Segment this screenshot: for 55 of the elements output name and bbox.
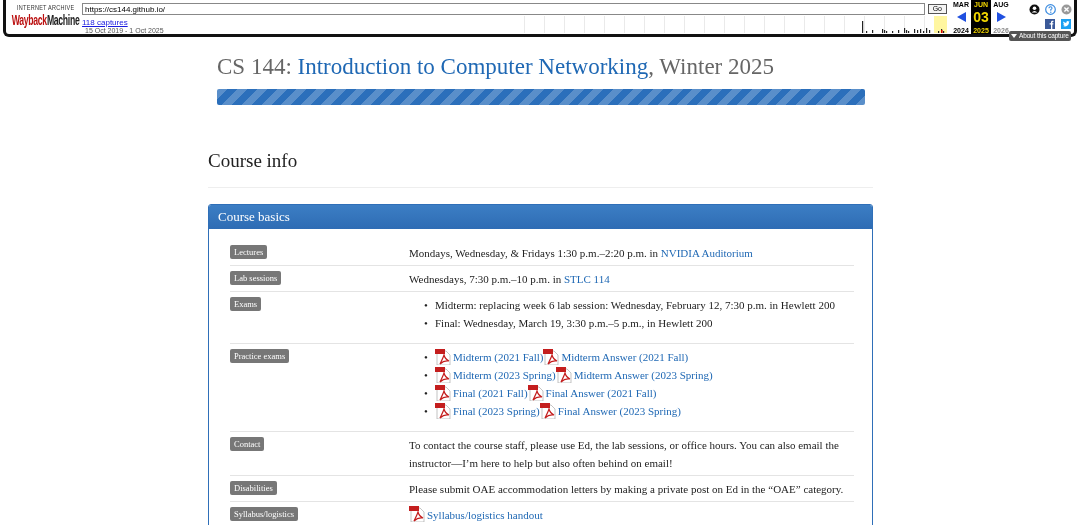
pdf-link[interactable]: Midterm (2021 Fall) (453, 348, 544, 366)
bullet-marker: • (424, 316, 429, 331)
url-field[interactable]: https://cs144.github.io/ (82, 3, 925, 15)
text-link[interactable]: NVIDIA Auditorium (660, 247, 753, 259)
row-label: Lab sessions (230, 271, 282, 285)
facebook-icon[interactable] (1045, 19, 1055, 29)
site-logo[interactable]: WaybackMachine (12, 12, 80, 28)
pdf-icon (435, 367, 451, 383)
bullet-marker: • (424, 404, 429, 419)
list-item: Midterm: replacing week 6 lab session: Wednesday, February 12, 7:30 p.m. in Hewlett 200 (435, 298, 835, 313)
pdf-link[interactable]: Syllabus/logistics handout (427, 509, 543, 521)
pdf-link[interactable]: Final (2023 Spring) (453, 402, 540, 420)
row-label: Practice exams (230, 349, 290, 363)
section-heading: Course info (208, 149, 873, 188)
row-text: Please submit OAE accommodation letters by making a private post on Ed in the “OAE” category. (409, 483, 844, 495)
pdf-link[interactable]: Final Answer (2021 Fall) (545, 384, 657, 402)
bird-icon[interactable] (1061, 19, 1071, 29)
pdf-icon (527, 385, 544, 401)
pdf-link[interactable]: Midterm Answer (2023 Spring) (573, 366, 713, 384)
row-label: Lectures (230, 245, 268, 259)
panel-heading: Course basics (209, 205, 872, 229)
bullet-marker: • (424, 368, 429, 383)
row-text: To contact the course staff, please use Ed, the lab sessions, or office hours. You can also email the instructor—I’m here to help but also often behind on email! (409, 439, 839, 469)
help-icon[interactable] (1045, 4, 1056, 15)
next-arrow-icon[interactable] (996, 12, 1006, 22)
previous-arrow-icon[interactable] (956, 12, 966, 22)
close-icon[interactable] (1061, 4, 1072, 15)
row-label: Syllabus/logistics (230, 507, 298, 521)
pdf-link[interactable]: Midterm (2023 Spring) (453, 366, 556, 384)
list-item: Final: Wednesday, March 19, 3:30 p.m.–5 p.m., in Hewlett 200 (435, 316, 713, 331)
page-title: CS 144: Introduction to Computer Networking, Winter 2025 (217, 53, 775, 81)
day-label[interactable]: 03 (973, 9, 989, 25)
row-text: Mondays, Wednesday, & Fridays 1:30 p.m.–2:20 p.m. in NVIDIA Auditorium (409, 247, 753, 259)
pdf-icon (543, 349, 560, 365)
bullet-marker: • (424, 298, 429, 313)
row-label: Disabilities (230, 481, 277, 495)
caret-icon (1011, 34, 1017, 38)
pdf-icon (435, 385, 451, 401)
user-icon[interactable] (1029, 4, 1040, 15)
pdf-icon (539, 403, 556, 419)
captures-link[interactable]: 118 captures (82, 18, 128, 27)
bullet-marker: • (424, 386, 429, 401)
pdf-link[interactable]: Final Answer (2023 Spring) (557, 402, 681, 420)
title-link[interactable]: Introduction to Computer Networking (297, 54, 649, 79)
row-label: Contact (230, 437, 265, 451)
text-link[interactable]: STLC 114 (563, 273, 610, 285)
pdf-icon (555, 367, 572, 383)
row-label: Exams (230, 297, 262, 311)
pdf-icon (435, 403, 451, 419)
pdf-link[interactable]: Final (2021 Fall) (453, 384, 528, 402)
pdf-link[interactable]: Midterm Answer (2021 Fall) (561, 348, 689, 366)
pdf-icon (409, 506, 425, 522)
row-text: Wednesdays, 7:30 p.m.–10 p.m. in STLC 114 (409, 273, 610, 285)
bullet-marker: • (424, 350, 429, 365)
pdf-icon (435, 349, 451, 365)
